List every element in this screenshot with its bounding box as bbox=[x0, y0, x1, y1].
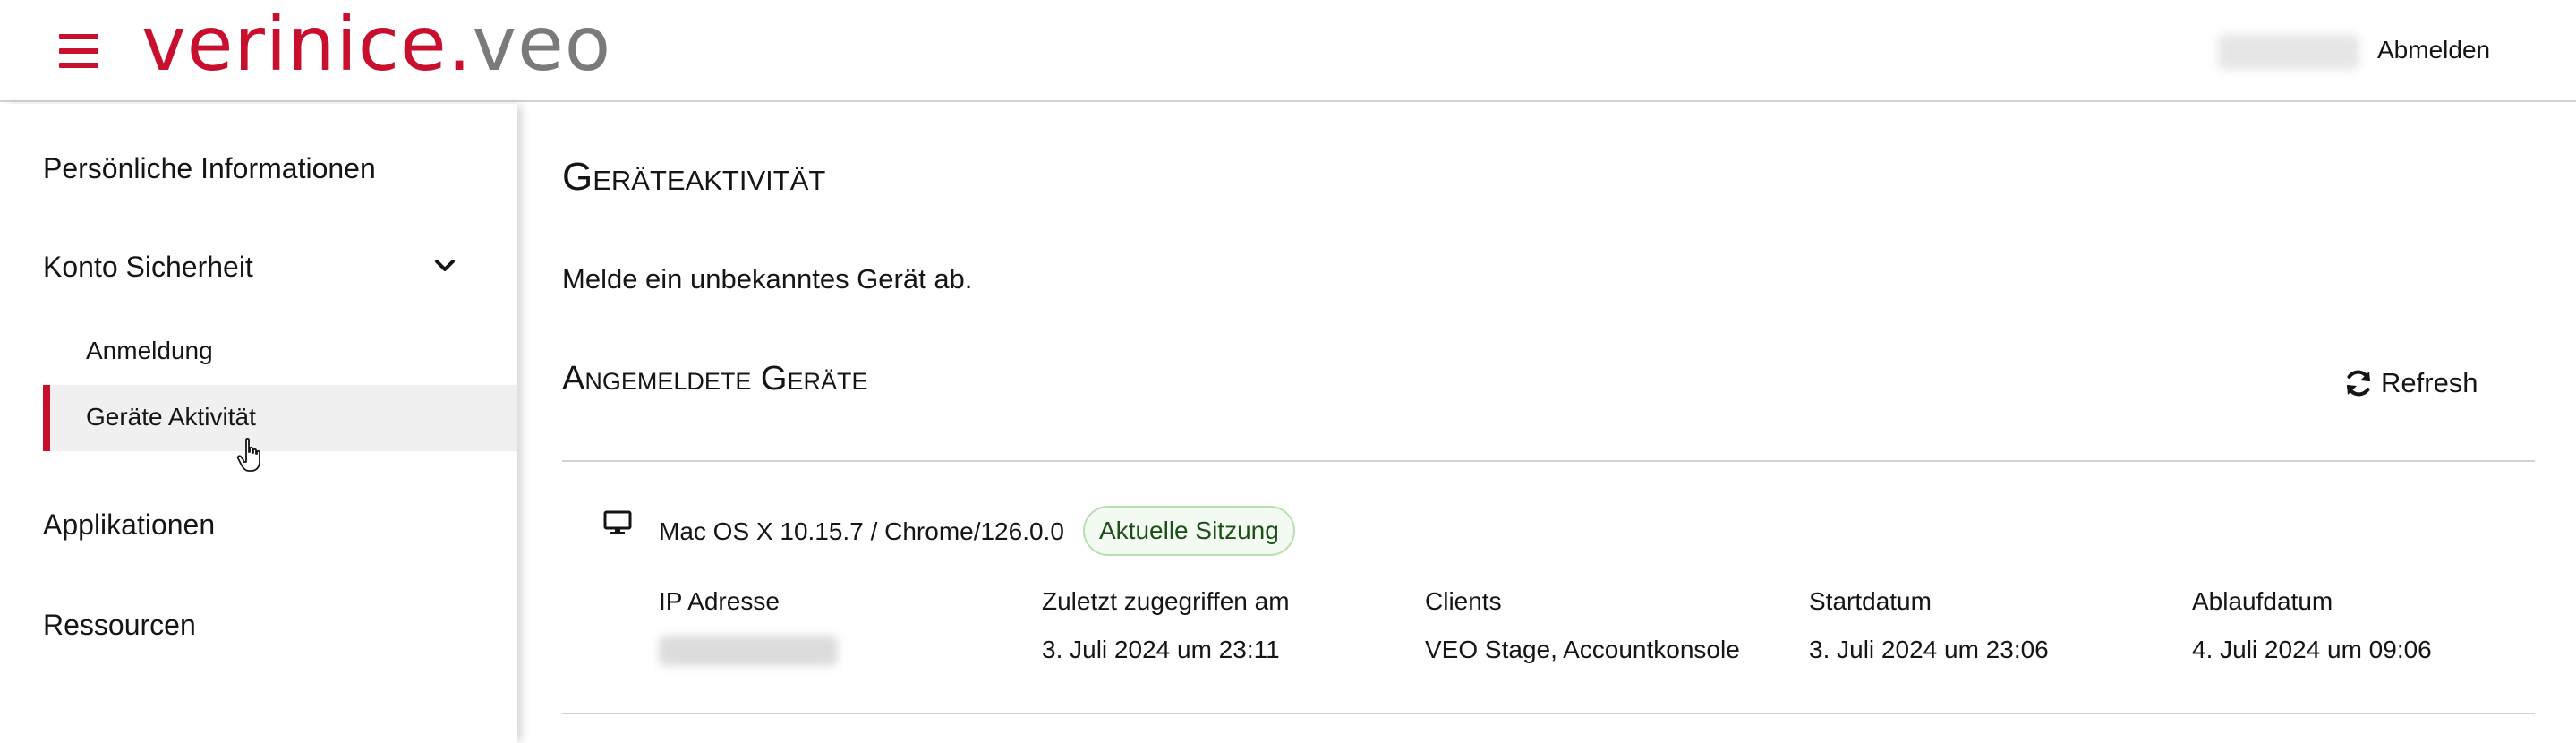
sidebar-nav: Persönliche Informationen Konto Sicherhe… bbox=[0, 104, 517, 743]
hamburger-menu-icon[interactable] bbox=[59, 34, 98, 68]
desktop-icon bbox=[603, 510, 632, 534]
refresh-button[interactable]: Refresh bbox=[2343, 363, 2478, 403]
col-header-start-date: Startdatum bbox=[1809, 587, 1932, 615]
last-access-value: 3. Juli 2024 um 23:11 bbox=[1042, 636, 1280, 663]
col-header-clients: Clients bbox=[1425, 587, 1502, 615]
sidebar-item-device-activity[interactable]: Geräte Aktivität bbox=[86, 401, 256, 433]
start-date-value: 3. Juli 2024 um 23:06 bbox=[1809, 636, 2049, 663]
ip-address-redacted bbox=[659, 636, 838, 666]
col-header-last-access: Zuletzt zugegriffen am bbox=[1042, 587, 1290, 615]
username-redacted bbox=[2218, 34, 2359, 70]
current-session-badge: Aktuelle Sitzung bbox=[1083, 506, 1295, 556]
sidebar-item-personal-info[interactable]: Persönliche Informationen bbox=[43, 150, 376, 186]
logo-product: veo bbox=[472, 0, 612, 88]
sidebar-item-account-security[interactable]: Konto Sicherheit bbox=[43, 249, 253, 285]
col-header-expiry-date: Ablaufdatum bbox=[2192, 587, 2333, 615]
app-logo[interactable]: verinice.veo bbox=[141, 0, 611, 93]
refresh-icon bbox=[2347, 370, 2370, 397]
top-header: verinice.veo Abmelden bbox=[0, 0, 2576, 102]
sidebar-item-applications[interactable]: Applikationen bbox=[43, 507, 215, 542]
hand-pointer-cursor-icon bbox=[236, 437, 260, 472]
clients-value: VEO Stage, Accountkonsole bbox=[1425, 636, 1740, 663]
device-name: Mac OS X 10.15.7 / Chrome/126.0.0 bbox=[659, 517, 1064, 545]
refresh-label: Refresh bbox=[2381, 367, 2478, 398]
logo-dot: . bbox=[447, 0, 473, 88]
page-description: Melde ein unbekanntes Gerät ab. bbox=[562, 263, 973, 295]
main-content: Geräteaktivität Melde ein unbekanntes Ge… bbox=[562, 104, 2535, 743]
sidebar-item-signin[interactable]: Anmeldung bbox=[86, 335, 213, 367]
divider bbox=[562, 713, 2535, 714]
sidebar-item-resources[interactable]: Ressourcen bbox=[43, 607, 196, 643]
expiry-date-value: 4. Juli 2024 um 09:06 bbox=[2192, 636, 2432, 663]
col-header-ip: IP Adresse bbox=[659, 587, 780, 615]
page-title: Geräteaktivität bbox=[562, 155, 826, 199]
logout-button[interactable]: Abmelden bbox=[2377, 34, 2490, 66]
divider bbox=[562, 460, 2535, 462]
section-title: Angemeldete Geräte bbox=[562, 360, 868, 397]
logo-brand: verinice bbox=[141, 0, 448, 88]
chevron-down-icon[interactable] bbox=[433, 254, 456, 278]
